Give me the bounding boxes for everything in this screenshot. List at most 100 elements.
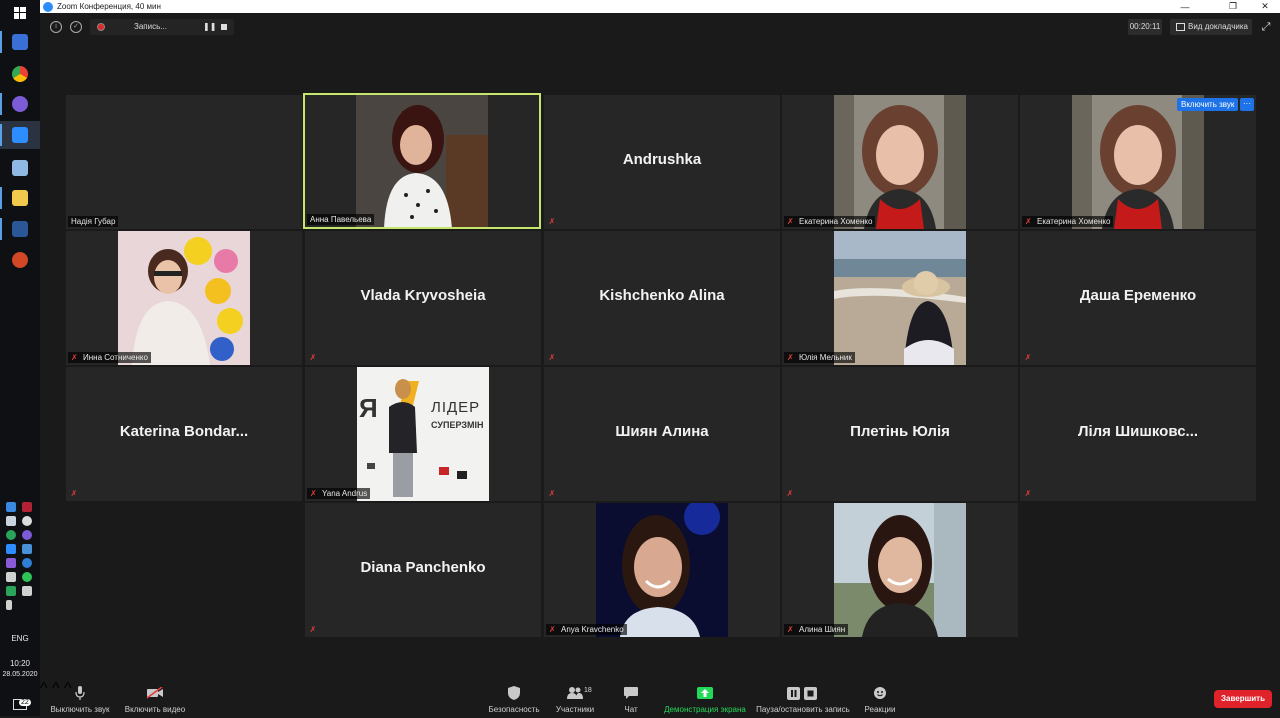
tray-chat-icon[interactable] xyxy=(6,544,16,554)
participants-button[interactable]: Участники xyxy=(550,680,600,716)
meeting-timer: 00:20:11 xyxy=(1128,19,1162,35)
security-button[interactable]: Безопасность xyxy=(484,680,544,716)
taskbar-app-powerpoint-icon[interactable] xyxy=(0,246,40,274)
participant-tile[interactable]: Даша Еременко ✗ xyxy=(1020,231,1256,365)
muted-mic-icon: ✗ xyxy=(787,217,794,226)
muted-mic-icon: ✗ xyxy=(1024,489,1032,498)
meeting-controls-bar: Выключить звук ^ Включить видео ^ Безопа… xyxy=(40,680,1280,716)
restore-icon[interactable]: ❐ xyxy=(1220,0,1246,13)
language-indicator[interactable]: ENG xyxy=(0,634,40,644)
tray-monitor-icon[interactable] xyxy=(22,544,32,554)
participants-icon xyxy=(567,683,583,703)
participant-more-button[interactable]: ··· xyxy=(1240,98,1254,111)
taskbar-app-word-icon[interactable] xyxy=(0,215,40,243)
taskbar-app-viber-icon[interactable] xyxy=(0,90,40,118)
tray-cloud-icon[interactable] xyxy=(22,516,32,526)
participant-display-name: Шиян Алина xyxy=(615,423,709,440)
recording-pause-icon[interactable]: ❚❚ xyxy=(203,22,216,31)
unmute-participant-button[interactable]: Включить звук xyxy=(1177,98,1239,111)
participant-tile[interactable]: ✗ Инна Сотниченко xyxy=(66,231,302,365)
muted-mic-icon: ✗ xyxy=(309,353,317,362)
participant-name-label: ✗ Алина Шиян xyxy=(784,624,849,635)
participant-display-name: Kishchenko Alina xyxy=(599,287,725,304)
participant-tile[interactable]: Vlada Kryvosheia ✗ xyxy=(305,231,541,365)
view-grid-icon xyxy=(1176,23,1185,31)
reactions-button[interactable]: Реакции xyxy=(860,680,900,716)
security-label: Безопасность xyxy=(488,705,540,714)
muted-mic-icon: ✗ xyxy=(787,353,794,362)
taskbar-app-save-icon[interactable] xyxy=(0,28,40,56)
participant-tile[interactable]: ✗ Алина Шиян xyxy=(782,503,1018,637)
participant-display-name: Vlada Kryvosheia xyxy=(360,287,486,304)
tray-device-icon[interactable] xyxy=(6,516,16,526)
tray-onedrive-icon[interactable] xyxy=(22,558,32,568)
participant-display-name: Ліля Шишковс... xyxy=(1077,423,1199,440)
participant-name-label: Анна Павельева xyxy=(307,214,375,225)
pause-stop-recording-icon xyxy=(787,683,819,703)
window-titlebar: Zoom Конференция, 40 мин — ❐ ✕ xyxy=(40,0,1280,13)
muted-mic-icon: ✗ xyxy=(70,489,78,498)
tray-shield-icon[interactable] xyxy=(6,530,16,540)
speaker-view-button[interactable]: Вид докладчика xyxy=(1170,19,1252,35)
tray-whatsapp-icon[interactable] xyxy=(22,572,32,582)
participant-tile[interactable]: Ліля Шишковс... ✗ xyxy=(1020,367,1256,501)
participant-tile[interactable]: Diana Panchenko ✗ xyxy=(305,503,541,637)
tray-pen-icon[interactable] xyxy=(6,558,16,568)
tray-flag-icon[interactable] xyxy=(22,502,32,512)
participant-tile[interactable]: Я ЛІДЕР СУПЕРЗМІН ✗ Yana Andrus xyxy=(305,367,541,501)
share-screen-button[interactable]: Демонстрация экрана xyxy=(660,680,750,716)
participant-name-label: ✗ Yana Andrus xyxy=(307,488,371,499)
taskbar-app-zoom-icon[interactable] xyxy=(0,121,40,149)
participant-display-name: Diana Panchenko xyxy=(360,559,486,576)
taskbar-date[interactable]: 28.05.2020 xyxy=(0,670,40,680)
system-tray-icons[interactable] xyxy=(6,502,36,610)
tray-battery-icon[interactable] xyxy=(6,600,12,610)
muted-mic-icon: ✗ xyxy=(787,625,794,634)
participant-tile[interactable]: Kishchenko Alina ✗ xyxy=(544,231,780,365)
mute-button[interactable]: Выключить звук xyxy=(48,680,112,716)
participant-tile[interactable]: Надія Губар xyxy=(66,95,302,229)
muted-mic-icon: ✗ xyxy=(548,353,556,362)
participant-tile-active-speaker[interactable]: Анна Павельева xyxy=(303,93,541,229)
encryption-shield-icon[interactable]: ✓ xyxy=(70,21,82,33)
windows-start-icon[interactable] xyxy=(0,0,40,26)
start-video-button[interactable]: Включить видео xyxy=(122,680,188,716)
video-label: Включить видео xyxy=(124,705,186,714)
participants-count: 18 xyxy=(584,687,592,694)
muted-mic-icon: ✗ xyxy=(548,217,556,226)
participant-video xyxy=(118,231,250,365)
recording-stop-icon[interactable] xyxy=(221,24,227,30)
muted-mic-icon: ✗ xyxy=(309,625,317,634)
end-meeting-button[interactable]: Завершить xyxy=(1214,690,1272,708)
taskbar-app-computer-icon[interactable] xyxy=(0,154,40,182)
tray-viber-icon[interactable] xyxy=(22,530,32,540)
meeting-topbar: i ✓ Запись... ❚❚ 00:20:11 Вид докладчика… xyxy=(40,13,1280,41)
participant-tile[interactable]: Katerina Bondar... ✗ xyxy=(66,367,302,501)
tray-volume-icon[interactable] xyxy=(22,586,32,596)
taskbar-time[interactable]: 10:20 xyxy=(0,659,40,669)
notification-count: 22 xyxy=(19,699,31,706)
minimize-icon[interactable]: — xyxy=(1172,0,1198,13)
participant-tile[interactable]: ✗ Юлія Мельник xyxy=(782,231,1018,365)
fullscreen-icon[interactable]: ⤢ xyxy=(1260,21,1272,33)
taskbar-app-chrome-icon[interactable] xyxy=(0,60,40,88)
participant-tile[interactable]: ✗ Екатерина Хоменко xyxy=(1020,95,1256,229)
chat-button[interactable]: Чат xyxy=(614,680,648,716)
participant-tile[interactable]: ✗ Екатерина Хоменко xyxy=(782,95,1018,229)
video-off-icon xyxy=(146,683,164,703)
tray-security-icon[interactable] xyxy=(6,586,16,596)
meeting-info-icon[interactable]: i xyxy=(50,21,62,33)
taskbar-app-folder-icon[interactable] xyxy=(0,184,40,212)
participant-tile[interactable]: Плетінь Юлія ✗ xyxy=(782,367,1018,501)
participant-tile[interactable]: ✗ Anya Kravchenko xyxy=(544,503,780,637)
participant-tile[interactable]: Шиян Алина ✗ xyxy=(544,367,780,501)
close-icon[interactable]: ✕ xyxy=(1252,0,1278,13)
participant-video xyxy=(834,503,966,637)
audio-options-chevron-icon[interactable]: ^ xyxy=(40,680,48,697)
participant-tile[interactable]: Andrushka ✗ xyxy=(544,95,780,229)
notification-center-icon[interactable]: 22 xyxy=(0,690,40,718)
tray-network-icon[interactable] xyxy=(6,572,16,582)
pause-stop-recording-button[interactable]: Пауза/остановить запись xyxy=(754,680,852,716)
muted-mic-icon: ✗ xyxy=(1025,217,1032,226)
tray-zoom-icon[interactable] xyxy=(6,502,16,512)
